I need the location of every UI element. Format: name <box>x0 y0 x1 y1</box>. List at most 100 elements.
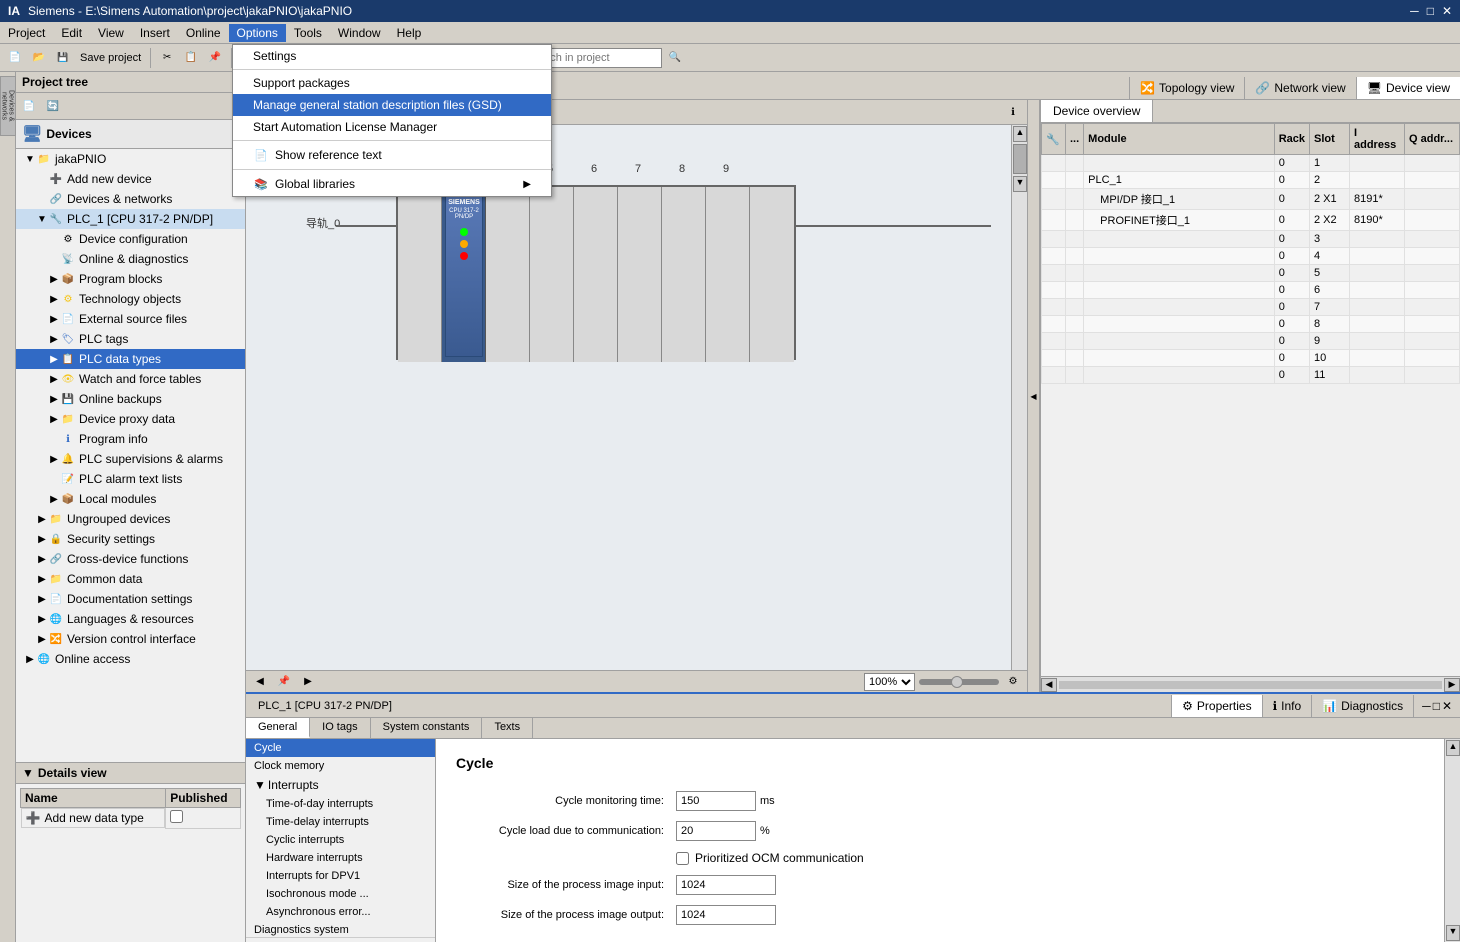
tree-ungrouped[interactable]: ▶ 📁 Ungrouped devices <box>16 509 245 529</box>
prioritized-ocm-checkbox[interactable] <box>676 852 689 865</box>
dropdown-global-libs[interactable]: 📚 Global libraries <box>233 172 551 196</box>
dropdown-support-packages[interactable]: Support packages <box>233 72 551 94</box>
overview-row-9[interactable]: 0 8 <box>1042 316 1460 333</box>
nav-item-isochronous[interactable]: Isochronous mode ... <box>246 885 435 903</box>
nav-item-dpv1-interrupts[interactable]: Interrupts for DPV1 <box>246 867 435 885</box>
canvas-settings-btn[interactable]: ⚙ <box>1003 672 1023 692</box>
device-view-btn[interactable]: 🖥 Device view <box>1357 77 1460 99</box>
dropdown-settings[interactable]: Settings <box>233 45 551 67</box>
zoom-thumb[interactable] <box>951 676 963 688</box>
tree-local-modules[interactable]: ▶ 📦 Local modules <box>16 489 245 509</box>
tree-ext-sources[interactable]: ▶ 📄 External source files <box>16 309 245 329</box>
tree-common-data[interactable]: ▶ 📁 Common data <box>16 569 245 589</box>
tree-alarm-texts[interactable]: 📝 PLC alarm text lists <box>16 469 245 489</box>
tree-online-access[interactable]: ▶ 🌐 Online access <box>16 649 245 669</box>
nav-item-cycle[interactable]: Cycle <box>246 739 435 757</box>
tree-device-config[interactable]: ⚙ Device configuration <box>16 229 245 249</box>
overview-row-2[interactable]: MPI/DP 接口_1 0 2 X1 8191* <box>1042 189 1460 210</box>
bottom-tab-diagnostics[interactable]: 📊 Diagnostics <box>1311 695 1413 717</box>
nav-item-hw-interrupts[interactable]: Hardware interrupts <box>246 849 435 867</box>
bottom-tab-info[interactable]: ℹ Info <box>1262 695 1312 717</box>
tree-refresh-btn[interactable]: 🔄 <box>42 95 64 117</box>
nav-item-td-interrupts[interactable]: Time-delay interrupts <box>246 813 435 831</box>
tree-version-control[interactable]: ▶ 🔀 Version control interface <box>16 629 245 649</box>
dropdown-show-ref-text[interactable]: 📄 Show reference text <box>233 143 551 167</box>
content-vscroll[interactable]: ▲ ▼ <box>1444 739 1460 942</box>
overview-row-7[interactable]: 0 6 <box>1042 282 1460 299</box>
menu-online[interactable]: Online <box>178 24 229 42</box>
menu-tools[interactable]: Tools <box>286 24 330 42</box>
tree-plc-alarms[interactable]: ▶ 🔔 PLC supervisions & alarms <box>16 449 245 469</box>
overview-tab-active[interactable]: Device overview <box>1041 100 1153 122</box>
cycle-monitoring-input[interactable] <box>676 791 756 811</box>
dropdown-manage-gsd[interactable]: Manage general station description files… <box>233 94 551 116</box>
tree-program-info[interactable]: ℹ Program info <box>16 429 245 449</box>
overview-row-5[interactable]: 0 4 <box>1042 248 1460 265</box>
nav-item-cyclic-interrupts[interactable]: Cyclic interrupts <box>246 831 435 849</box>
tree-watch-tables[interactable]: ▶ 👁 Watch and force tables <box>16 369 245 389</box>
canvas-right-btn[interactable]: ℹ <box>1003 102 1023 122</box>
content-vscroll-down[interactable]: ▼ <box>1446 925 1460 941</box>
tree-security[interactable]: ▶ 🔒 Security settings <box>16 529 245 549</box>
tree-doc-settings[interactable]: ▶ 📄 Documentation settings <box>16 589 245 609</box>
overview-row-3[interactable]: PROFINET接口_1 0 2 X2 8190* <box>1042 210 1460 231</box>
nav-item-interrupts[interactable]: ▼ Interrupts <box>246 775 435 795</box>
network-view-btn[interactable]: 🔗 Network view <box>1245 77 1356 99</box>
search-btn[interactable]: 🔍 <box>664 47 686 69</box>
tree-new-btn[interactable]: 📄 <box>18 95 40 117</box>
tree-program-blocks[interactable]: ▶ 📦 Program blocks <box>16 269 245 289</box>
details-collapse-btn[interactable]: ▼ <box>22 766 34 780</box>
canvas-vscroll[interactable]: ▲ ▼ <box>1011 125 1027 670</box>
menu-window[interactable]: Window <box>330 24 389 42</box>
tree-languages[interactable]: ▶ 🌐 Languages & resources <box>16 609 245 629</box>
zoom-select[interactable]: 100% 75% 50% 150% <box>864 673 915 691</box>
canvas-info-btn[interactable]: ℹ <box>1003 102 1023 122</box>
tree-plc1[interactable]: ▼ 🔧 PLC_1 [CPU 317-2 PN/DP] <box>16 209 245 229</box>
maximize-btn[interactable]: □ <box>1427 4 1434 18</box>
tree-cross-device[interactable]: ▶ 🔗 Cross-device functions <box>16 549 245 569</box>
menu-edit[interactable]: Edit <box>53 24 90 42</box>
topology-view-btn[interactable]: 🔀 Topology view <box>1130 77 1245 99</box>
nav-item-tod-interrupts[interactable]: Time-of-day interrupts <box>246 795 435 813</box>
props-tab-texts[interactable]: Texts <box>482 718 533 738</box>
rack-slot-2-cpu[interactable]: SIEMENS CPU 317-2 PN/DP PL <box>442 187 486 362</box>
menu-project[interactable]: Project <box>0 24 53 42</box>
nav-item-diag-system[interactable]: Diagnostics system <box>246 921 435 937</box>
bottom-tab-properties[interactable]: ⚙ Properties <box>1171 695 1261 717</box>
overview-row-8[interactable]: 0 7 <box>1042 299 1460 316</box>
overview-row-6[interactable]: 0 5 <box>1042 265 1460 282</box>
copy-btn[interactable]: 📋 <box>180 47 202 69</box>
zoom-slider[interactable] <box>919 679 999 685</box>
overview-row-4[interactable]: 0 3 <box>1042 231 1460 248</box>
menu-view[interactable]: View <box>90 24 132 42</box>
tree-devices-networks[interactable]: 🔗 Devices & networks <box>16 189 245 209</box>
hscroll-left[interactable]: ◀ <box>1041 678 1057 692</box>
overview-row-11[interactable]: 0 10 <box>1042 350 1460 367</box>
vscroll-up[interactable]: ▲ <box>1013 126 1027 142</box>
menu-insert[interactable]: Insert <box>132 24 178 42</box>
save-btn[interactable]: 💾 <box>52 47 74 69</box>
tree-proxy-data[interactable]: ▶ 📁 Device proxy data <box>16 409 245 429</box>
close-btn[interactable]: ✕ <box>1442 4 1452 18</box>
minimize-btn[interactable]: ─ <box>1410 4 1419 18</box>
open-btn[interactable]: 📂 <box>28 47 50 69</box>
overview-row-12[interactable]: 0 11 <box>1042 367 1460 384</box>
status-pin-btn[interactable]: 📌 <box>274 672 294 692</box>
overview-row-10[interactable]: 0 9 <box>1042 333 1460 350</box>
nav-item-async-error[interactable]: Asynchronous error... <box>246 903 435 921</box>
process-image-input-field[interactable] <box>676 875 776 895</box>
tree-plc-datatypes[interactable]: ▶ 📋 PLC data types <box>16 349 245 369</box>
nav-item-clock-memory[interactable]: Clock memory <box>246 757 435 775</box>
tree-online-backups[interactable]: ▶ 💾 Online backups <box>16 389 245 409</box>
collapse-handle[interactable]: ◀ <box>1028 100 1040 692</box>
new-btn[interactable]: 📄 <box>4 47 26 69</box>
overview-hscroll[interactable]: ◀ ▶ <box>1041 676 1460 692</box>
bottom-max-btn[interactable]: □ <box>1433 699 1440 713</box>
tree-online-diag[interactable]: 📡 Online & diagnostics <box>16 249 245 269</box>
vscroll-down[interactable]: ▼ <box>1013 176 1027 192</box>
tree-add-device[interactable]: ➕ Add new device <box>16 169 245 189</box>
overview-row-0[interactable]: 0 1 <box>1042 155 1460 172</box>
props-tab-general[interactable]: General <box>246 718 310 738</box>
overview-row-1[interactable]: PLC_1 0 2 <box>1042 172 1460 189</box>
menu-options[interactable]: Options <box>229 24 286 42</box>
